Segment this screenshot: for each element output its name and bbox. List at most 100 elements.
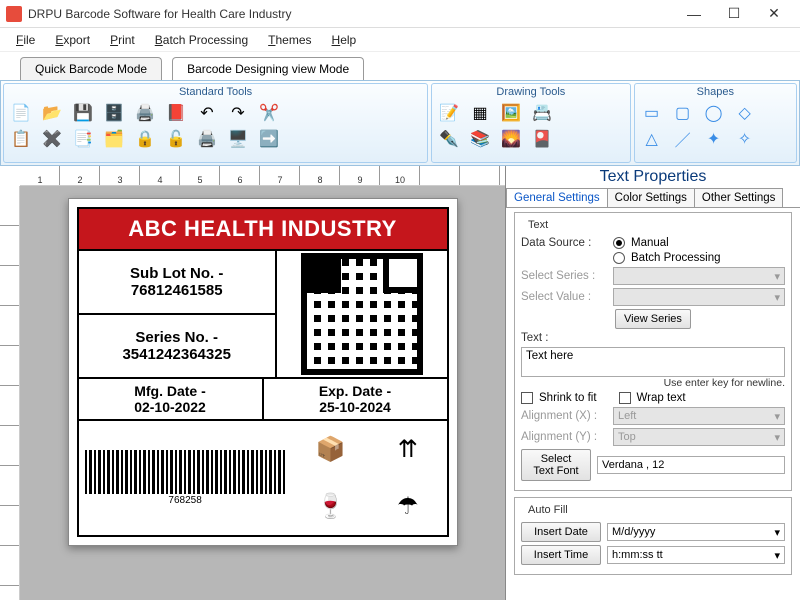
time-format-dropdown[interactable]: h:mm:ss tt▾ [607, 546, 785, 564]
label-header[interactable]: ABC HEALTH INDUSTRY [79, 209, 447, 251]
redo-icon[interactable]: ↷ [225, 100, 251, 126]
tab-color-settings[interactable]: Color Settings [607, 188, 695, 207]
radio-batch-label: Batch Processing [631, 252, 721, 264]
properties-title: Text Properties [506, 166, 800, 188]
delete-icon[interactable]: ✖️ [39, 126, 65, 152]
sublot-value: 76812461585 [131, 282, 223, 299]
image-tool-icon[interactable]: 🖼️ [498, 100, 524, 126]
print-icon[interactable]: 🖨️ [132, 100, 158, 126]
text-tool-icon[interactable]: 📝 [436, 100, 462, 126]
insert-date-button[interactable]: Insert Date [521, 522, 601, 542]
pdf-icon[interactable]: 📕 [163, 100, 189, 126]
menu-print[interactable]: Print [102, 31, 143, 49]
menu-export[interactable]: Export [47, 31, 98, 49]
undo-icon[interactable]: ↶ [194, 100, 220, 126]
footer-row: 768258 📦 ⇈ 🍷 ☂ [79, 421, 447, 535]
rect-icon[interactable]: ▭ [639, 100, 665, 126]
this-way-up-icon: ⇈ [398, 435, 418, 464]
mfg-label: Mfg. Date - [81, 383, 260, 399]
open-icon[interactable]: 📂 [39, 100, 65, 126]
text-fieldset: Text Data Source : Manual Batch Processi… [514, 212, 792, 491]
vertical-ruler [0, 186, 20, 600]
new-icon[interactable]: 📄 [8, 100, 34, 126]
barcode-tool-icon[interactable]: ▦ [467, 100, 493, 126]
date-format-dropdown[interactable]: M/d/yyyy▾ [607, 523, 785, 541]
mfg-value: 02-10-2022 [81, 399, 260, 415]
fragile-icon: 🍷 [315, 492, 345, 521]
cut-icon[interactable]: ✂️ [256, 100, 282, 126]
preview-icon[interactable]: 🖥️ [225, 126, 251, 152]
tab-general-settings[interactable]: General Settings [506, 188, 608, 207]
menu-batch[interactable]: Batch Processing [147, 31, 256, 49]
view-series-button[interactable]: View Series [615, 309, 691, 329]
tab-quick-mode[interactable]: Quick Barcode Mode [20, 57, 162, 80]
toolgroup-shapes: Shapes ▭ ▢ ◯ ◇ △ ／ ✦ ✧ [634, 83, 797, 163]
barcode[interactable]: 768258 [79, 421, 292, 535]
text-hint: Use enter key for newline. [521, 377, 785, 389]
triangle-icon[interactable]: △ [639, 126, 665, 152]
unlock-icon[interactable]: 🔓 [163, 126, 189, 152]
diamond-icon[interactable]: ◇ [732, 100, 758, 126]
menubar: File Export Print Batch Processing Theme… [0, 28, 800, 52]
alignx-dropdown: Left▾ [613, 407, 785, 425]
mfg-cell[interactable]: Mfg. Date - 02-10-2022 [79, 379, 264, 419]
radio-batch[interactable] [613, 252, 625, 264]
ellipse-icon[interactable]: ◯ [701, 100, 727, 126]
menu-file[interactable]: File [8, 31, 43, 49]
label-card[interactable]: ABC HEALTH INDUSTRY Sub Lot No. - 768124… [68, 198, 458, 546]
sublot-cell[interactable]: Sub Lot No. - 76812461585 [79, 251, 275, 315]
save-icon[interactable]: 💾 [70, 100, 96, 126]
insert-time-button[interactable]: Insert Time [521, 545, 601, 565]
line-icon[interactable]: ／ [670, 126, 696, 152]
menu-help[interactable]: Help [324, 31, 365, 49]
arrow-icon[interactable]: ✧ [732, 126, 758, 152]
minimize-button[interactable]: — [674, 2, 714, 26]
select-font-button[interactable]: Select Text Font [521, 449, 591, 481]
select-value-dropdown: ▾ [613, 288, 785, 306]
layers-icon[interactable]: 🗂️ [101, 126, 127, 152]
roundrect-icon[interactable]: ▢ [670, 100, 696, 126]
paste-icon[interactable]: 📑 [70, 126, 96, 152]
wrap-checkbox[interactable] [619, 392, 631, 404]
series-cell[interactable]: Series No. - 3541242364325 [79, 315, 275, 377]
qr-code-icon [307, 259, 417, 369]
radio-manual[interactable] [613, 237, 625, 249]
toolbar: Standard Tools 📄 📂 💾 🗄️ 🖨️ 📕 ↶ ↷ ✂️ 📋 ✖️… [0, 80, 800, 166]
wrap-label: Wrap text [637, 392, 686, 404]
aligny-dropdown: Top▾ [613, 428, 785, 446]
select-series-label: Select Series : [521, 270, 607, 282]
titlebar: DRPU Barcode Software for Health Care In… [0, 0, 800, 28]
close-button[interactable]: ✕ [754, 2, 794, 26]
copy-icon[interactable]: 📋 [8, 126, 34, 152]
horizontal-ruler: 12345678910 [20, 166, 505, 186]
qr-code[interactable] [277, 251, 447, 377]
tab-other-settings[interactable]: Other Settings [694, 188, 784, 207]
select-series-dropdown: ▾ [613, 267, 785, 285]
signature-icon[interactable]: ✒️ [436, 126, 462, 152]
menu-themes[interactable]: Themes [260, 31, 319, 49]
select-value-label: Select Value : [521, 291, 607, 303]
shrink-checkbox[interactable] [521, 392, 533, 404]
text-input[interactable]: Text here [521, 347, 785, 377]
canvas[interactable]: ABC HEALTH INDUSTRY Sub Lot No. - 768124… [20, 186, 505, 600]
dates-row: Mfg. Date - 02-10-2022 Exp. Date - 25-10… [79, 379, 447, 421]
watermark-icon[interactable]: 📚 [467, 126, 493, 152]
text-label: Text : [521, 332, 607, 344]
alignx-label: Alignment (X) : [521, 410, 607, 422]
autofill-legend: Auto Fill [525, 504, 571, 516]
exp-value: 25-10-2024 [266, 399, 445, 415]
exp-cell[interactable]: Exp. Date - 25-10-2024 [264, 379, 447, 419]
toolgroup-standard: Standard Tools 📄 📂 💾 🗄️ 🖨️ 📕 ↶ ↷ ✂️ 📋 ✖️… [3, 83, 428, 163]
export-icon[interactable]: ➡️ [256, 126, 282, 152]
star-icon[interactable]: ✦ [701, 126, 727, 152]
lock-icon[interactable]: 🔒 [132, 126, 158, 152]
tab-designing-mode[interactable]: Barcode Designing view Mode [172, 57, 364, 80]
printer2-icon[interactable]: 🖨️ [194, 126, 220, 152]
saveas-icon[interactable]: 🗄️ [101, 100, 127, 126]
handling-icons[interactable]: 📦 ⇈ 🍷 ☂ [292, 421, 447, 535]
barcode-bars-icon [85, 450, 286, 494]
picture-icon[interactable]: 🌄 [498, 126, 524, 152]
clipart-icon[interactable]: 🎴 [529, 126, 555, 152]
library-icon[interactable]: 📇 [529, 100, 555, 126]
maximize-button[interactable]: ☐ [714, 2, 754, 26]
